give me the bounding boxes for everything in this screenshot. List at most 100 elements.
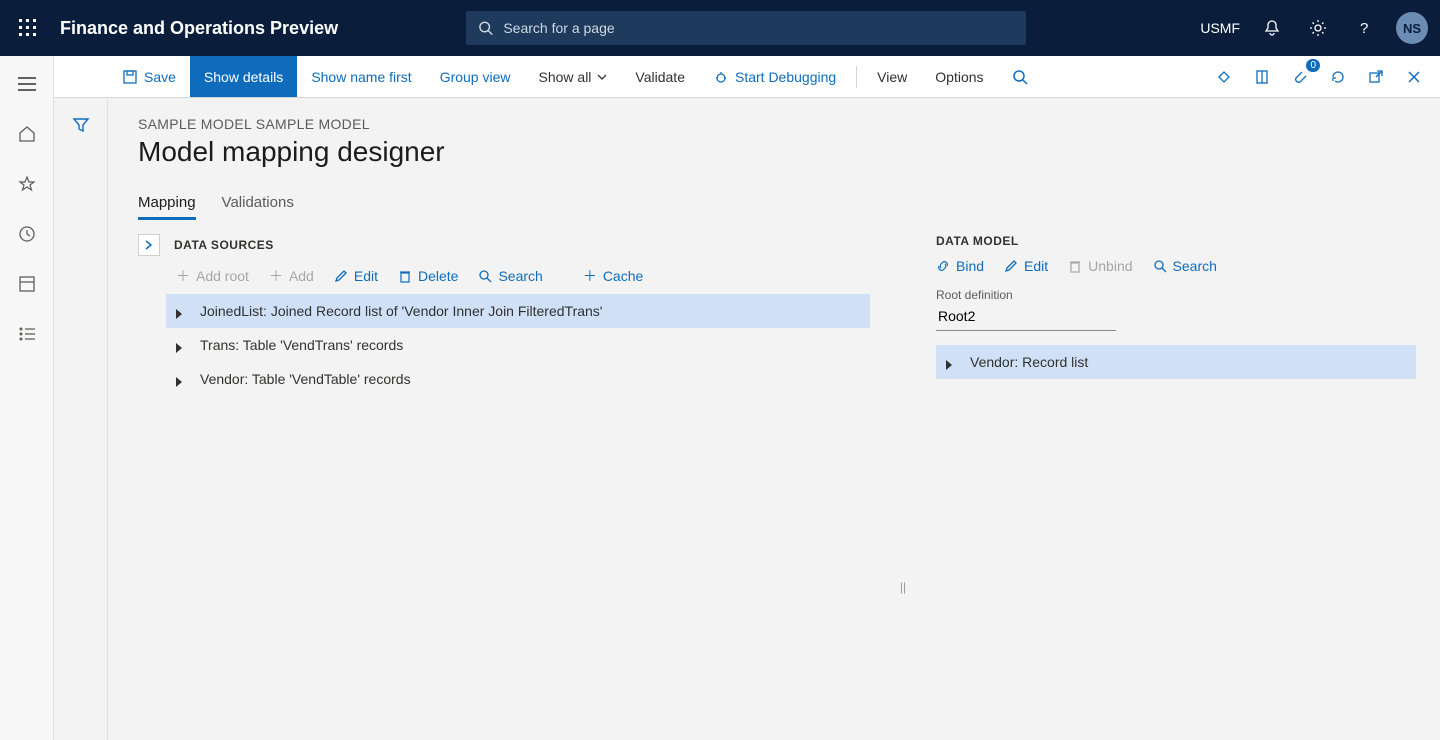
show-all-dropdown[interactable]: Show all — [525, 56, 622, 97]
tab-mapping[interactable]: Mapping — [138, 194, 196, 220]
filter-rail — [54, 98, 108, 740]
validate-button[interactable]: Validate — [621, 56, 699, 97]
edit-button[interactable]: Edit — [334, 268, 378, 284]
dm-edit-label: Edit — [1024, 258, 1048, 274]
tree-row[interactable]: Trans: Table 'VendTrans' records — [166, 328, 870, 362]
breadcrumb: SAMPLE MODEL SAMPLE MODEL — [138, 116, 1416, 132]
tree-row-label: Trans: Table 'VendTrans' records — [200, 337, 403, 353]
start-debugging-button[interactable]: Start Debugging — [699, 56, 850, 97]
root-definition-value[interactable]: Root2 — [936, 302, 1116, 331]
tree-row[interactable]: JoinedList: Joined Record list of 'Vendo… — [166, 294, 870, 328]
tab-validations[interactable]: Validations — [222, 194, 294, 220]
link-icon[interactable] — [1210, 63, 1238, 91]
group-view-button[interactable]: Group view — [426, 56, 525, 97]
refresh-icon[interactable] — [1324, 63, 1352, 91]
start-debugging-label: Start Debugging — [735, 69, 836, 85]
unbind-label: Unbind — [1088, 258, 1132, 274]
pencil-icon — [334, 269, 348, 283]
view-label: View — [877, 69, 907, 85]
recent-icon[interactable] — [11, 218, 43, 250]
popout-icon[interactable] — [1362, 63, 1390, 91]
splitter[interactable]: || — [900, 434, 906, 740]
delete-button[interactable]: Delete — [398, 268, 458, 284]
search-icon — [478, 269, 492, 283]
help-icon[interactable]: ? — [1350, 14, 1378, 42]
caret-icon[interactable] — [176, 306, 186, 316]
search-icon — [478, 20, 493, 36]
hamburger-icon[interactable] — [11, 68, 43, 100]
modules-icon[interactable] — [11, 318, 43, 350]
expand-data-source-types[interactable] — [138, 234, 160, 256]
trash-icon — [1068, 259, 1082, 273]
data-model-panel: DATA MODEL Bind Edit Unbind Search — [936, 234, 1416, 740]
workspaces-icon[interactable] — [11, 268, 43, 300]
home-icon[interactable] — [11, 118, 43, 150]
delete-label: Delete — [418, 268, 458, 284]
plus-icon: ＋ — [269, 266, 283, 286]
dm-search-button[interactable]: Search — [1153, 258, 1217, 274]
bug-icon — [713, 69, 729, 85]
save-button[interactable]: Save — [108, 56, 190, 97]
tabs: Mapping Validations — [138, 194, 1416, 220]
tree-row[interactable]: Vendor: Record list — [936, 345, 1416, 379]
unbind-button: Unbind — [1068, 258, 1132, 274]
company-code[interactable]: USMF — [1200, 20, 1240, 36]
save-icon — [122, 69, 138, 85]
show-details-button[interactable]: Show details — [190, 56, 297, 97]
dm-edit-button[interactable]: Edit — [1004, 258, 1048, 274]
data-sources-panel: DATA SOURCES ＋ Add root ＋ Add Edit Delet — [138, 234, 870, 740]
add-root-label: Add root — [196, 268, 249, 284]
group-view-label: Group view — [440, 69, 511, 85]
app-launcher-icon[interactable] — [12, 12, 44, 44]
bind-label: Bind — [956, 258, 984, 274]
validate-label: Validate — [635, 69, 685, 85]
options-menu[interactable]: Options — [921, 56, 997, 97]
bell-icon[interactable] — [1258, 14, 1286, 42]
plus-icon: ＋ — [583, 266, 597, 286]
add-root-button: ＋ Add root — [176, 266, 249, 286]
search-box[interactable] — [466, 11, 1026, 45]
tree-row[interactable]: Vendor: Table 'VendTable' records — [166, 362, 870, 396]
gear-icon[interactable] — [1304, 14, 1332, 42]
data-sources-tree: JoinedList: Joined Record list of 'Vendo… — [166, 294, 870, 396]
show-all-label: Show all — [539, 69, 592, 85]
divider — [856, 66, 857, 88]
attachments-icon[interactable]: 0 — [1286, 63, 1314, 91]
command-bar: Save Show details Show name first Group … — [54, 56, 1440, 98]
avatar[interactable]: NS — [1396, 12, 1428, 44]
caret-icon[interactable] — [176, 374, 186, 384]
chevron-down-icon — [597, 74, 607, 80]
global-search — [466, 11, 1026, 45]
ds-search-label: Search — [498, 268, 542, 284]
find-button[interactable] — [998, 56, 1042, 97]
data-sources-label: DATA SOURCES — [174, 238, 274, 252]
cache-button[interactable]: ＋ Cache — [583, 266, 643, 286]
data-model-tree: Vendor: Record list — [936, 345, 1416, 379]
search-icon — [1012, 69, 1028, 85]
pencil-icon — [1004, 259, 1018, 273]
top-header: Finance and Operations Preview USMF ? NS — [0, 0, 1440, 56]
search-icon — [1153, 259, 1167, 273]
plus-icon: ＋ — [176, 266, 190, 286]
show-name-first-button[interactable]: Show name first — [297, 56, 425, 97]
top-right: USMF ? NS — [1200, 12, 1428, 44]
ds-search-button[interactable]: Search — [478, 268, 542, 284]
show-name-first-label: Show name first — [311, 69, 411, 85]
tree-row-label: Vendor: Table 'VendTable' records — [200, 371, 411, 387]
favorites-icon[interactable] — [11, 168, 43, 200]
page-title: Model mapping designer — [138, 136, 1416, 168]
dm-search-label: Search — [1173, 258, 1217, 274]
caret-icon[interactable] — [946, 357, 956, 367]
attachments-badge: 0 — [1306, 59, 1320, 72]
close-icon[interactable] — [1400, 63, 1428, 91]
view-menu[interactable]: View — [863, 56, 921, 97]
svg-text:?: ? — [1360, 20, 1368, 37]
bind-button[interactable]: Bind — [936, 258, 984, 274]
edit-label: Edit — [354, 268, 378, 284]
caret-icon[interactable] — [176, 340, 186, 350]
show-details-label: Show details — [204, 69, 283, 85]
filter-icon[interactable] — [72, 116, 90, 134]
book-icon[interactable] — [1248, 63, 1276, 91]
search-input[interactable] — [503, 20, 1014, 36]
data-model-label: DATA MODEL — [936, 234, 1416, 248]
